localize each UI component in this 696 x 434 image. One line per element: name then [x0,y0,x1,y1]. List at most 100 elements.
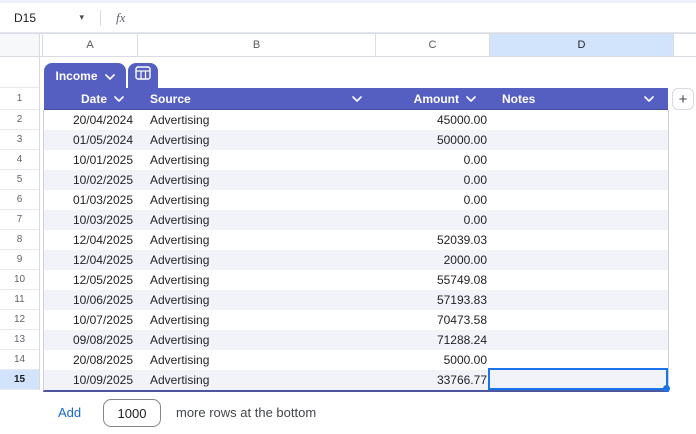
table-header-row: Date Source Amount Notes [44,88,668,110]
cell-notes[interactable] [490,250,668,270]
table-tab-income[interactable]: Income [44,63,126,88]
table-row: 01/03/2025 Advertising 0.00 [44,190,668,210]
row-number-10[interactable]: 10 [0,270,39,290]
cell-notes[interactable] [490,290,668,310]
cell-source[interactable]: Advertising [138,250,376,270]
cell-source[interactable]: Advertising [138,310,376,330]
chevron-down-icon[interactable] [104,69,115,83]
fill-handle-icon[interactable] [663,385,670,392]
cell-notes[interactable] [490,350,668,370]
cell-date[interactable]: 10/06/2025 [44,290,138,310]
header-cell-source[interactable]: Source [138,88,376,109]
column-header-d[interactable]: D [490,34,674,56]
table-row: 10/06/2025 Advertising 57193.83 [44,290,668,310]
cell-amount[interactable]: 52039.03 [376,230,490,250]
row-number-15[interactable]: 15 [0,370,39,390]
row-number-1[interactable]: 1 [0,88,39,110]
row-number-8[interactable]: 8 [0,230,39,250]
cell-notes[interactable] [490,110,668,130]
column-header-a[interactable]: A [42,34,138,56]
row-number-5[interactable]: 5 [0,170,39,190]
cell-notes[interactable] [490,270,668,290]
add-column-button[interactable]: + [672,88,694,110]
column-header-c[interactable]: C [376,34,490,56]
cell-date[interactable]: 09/08/2025 [44,330,138,350]
cell-source[interactable]: Advertising [138,350,376,370]
column-header-b[interactable]: B [138,34,376,56]
cell-date[interactable]: 12/04/2025 [44,230,138,250]
chevron-down-icon[interactable] [114,95,124,102]
cell-amount[interactable]: 2000.00 [376,250,490,270]
name-box[interactable]: D15 ▾ [0,11,100,25]
cell-source[interactable]: Advertising [138,190,376,210]
cell-amount[interactable]: 33766.77 [376,370,490,390]
cell-source[interactable]: Advertising [138,370,376,390]
header-cell-notes[interactable]: Notes [490,88,668,109]
row-number-2[interactable]: 2 [0,110,39,130]
row-number-3[interactable]: 3 [0,130,39,150]
header-cell-amount[interactable]: Amount [376,88,490,109]
cell-amount[interactable]: 71288.24 [376,330,490,350]
cell-amount[interactable]: 0.00 [376,150,490,170]
cell-notes[interactable] [490,130,668,150]
cell-source[interactable]: Advertising [138,230,376,250]
chevron-down-icon[interactable] [352,95,362,102]
cell-amount[interactable]: 0.00 [376,210,490,230]
cell-source[interactable]: Advertising [138,130,376,150]
table-row: 12/04/2025 Advertising 52039.03 [44,230,668,250]
cell-date[interactable]: 10/07/2025 [44,310,138,330]
cell-date[interactable]: 10/03/2025 [44,210,138,230]
divider [100,9,101,26]
row-number-14[interactable]: 14 [0,350,39,370]
cell-amount[interactable]: 45000.00 [376,110,490,130]
cell-source[interactable]: Advertising [138,150,376,170]
cell-notes[interactable] [490,170,668,190]
chevron-down-icon[interactable] [644,95,654,102]
cell-source[interactable]: Advertising [138,110,376,130]
cell-amount[interactable]: 0.00 [376,170,490,190]
cell-amount[interactable]: 55749.08 [376,270,490,290]
row-number-4[interactable]: 4 [0,150,39,170]
row-number-12[interactable]: 12 [0,310,39,330]
name-box-dropdown-icon[interactable]: ▾ [79,12,84,23]
cell-date[interactable]: 12/05/2025 [44,270,138,290]
cell-date[interactable]: 10/09/2025 [44,370,138,390]
header-cell-date[interactable]: Date [44,88,138,109]
cell-notes[interactable] [490,190,668,210]
cell-notes[interactable] [490,370,668,390]
cell-notes[interactable] [490,210,668,230]
cell-amount[interactable]: 5000.00 [376,350,490,370]
row-number-13[interactable]: 13 [0,330,39,350]
cell-notes[interactable] [490,330,668,350]
cell-amount[interactable]: 50000.00 [376,130,490,150]
select-all-corner[interactable] [0,34,40,56]
cell-date[interactable]: 10/01/2025 [44,150,138,170]
add-rows-button[interactable]: Add [58,405,81,420]
cell-notes[interactable] [490,310,668,330]
cell-date[interactable]: 01/05/2024 [44,130,138,150]
cell-date[interactable]: 20/08/2025 [44,350,138,370]
row-number-11[interactable]: 11 [0,290,39,310]
cell-notes[interactable] [490,230,668,250]
row-number-6[interactable]: 6 [0,190,39,210]
table-options-tab[interactable] [128,63,158,88]
row-count-input[interactable] [103,399,161,427]
cell-notes[interactable] [490,150,668,170]
cell-source[interactable]: Advertising [138,170,376,190]
cell-amount[interactable]: 0.00 [376,190,490,210]
cell-amount[interactable]: 57193.83 [376,290,490,310]
cell-amount[interactable]: 70473.58 [376,310,490,330]
cell-date[interactable]: 20/04/2024 [44,110,138,130]
cell-source[interactable]: Advertising [138,270,376,290]
cell-date[interactable]: 12/04/2025 [44,250,138,270]
row-number-7[interactable]: 7 [0,210,39,230]
row-number-9[interactable]: 9 [0,250,39,270]
table-grid-icon [135,66,151,85]
cell-source[interactable]: Advertising [138,330,376,350]
cell-date[interactable]: 10/02/2025 [44,170,138,190]
chevron-down-icon[interactable] [466,95,476,102]
cell-source[interactable]: Advertising [138,290,376,310]
cell-date[interactable]: 01/03/2025 [44,190,138,210]
formula-input[interactable] [125,3,696,32]
cell-source[interactable]: Advertising [138,210,376,230]
